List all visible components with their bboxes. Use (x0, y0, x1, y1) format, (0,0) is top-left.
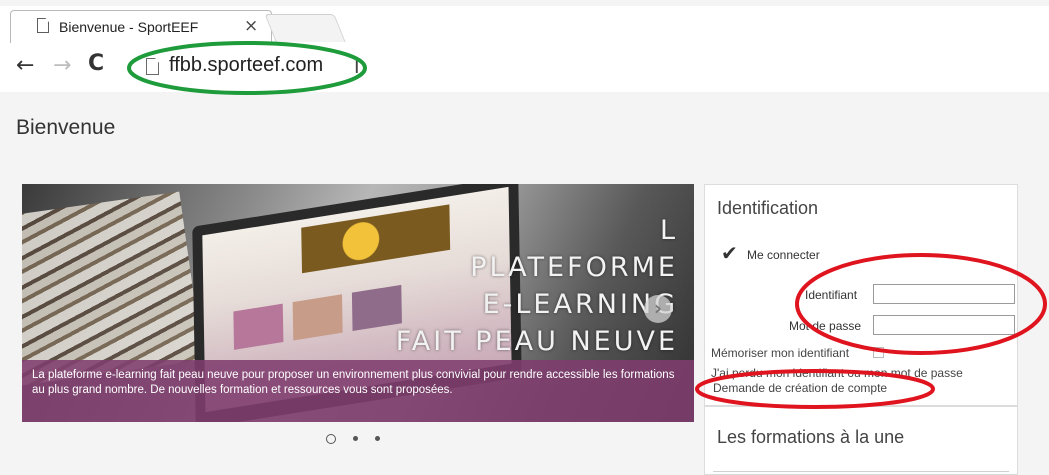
banner-headline-line: PLATEFORME (470, 252, 678, 283)
page-icon (37, 18, 49, 33)
back-arrow-icon[interactable]: ← (16, 53, 34, 78)
username-field[interactable] (873, 284, 1015, 304)
browser-tab[interactable]: Bienvenue - SportEEF × (10, 10, 272, 43)
page-icon (146, 58, 159, 75)
chrome-top-strip (0, 0, 1049, 6)
forgot-credentials-link[interactable]: J'ai perdu mon identifiant ou mon mot de… (711, 366, 963, 380)
featured-panel: Les formations à la une (704, 406, 1018, 475)
banner-headline: L PLATEFORME E-LEARNING FAIT PEAU NEUVE (396, 212, 678, 360)
address-bar[interactable]: ffbb.sporteef.com (169, 54, 323, 77)
carousel-dot[interactable] (353, 436, 359, 441)
featured-title: Les formations à la une (717, 427, 905, 447)
text-cursor: I (354, 56, 360, 78)
carousel-dot[interactable] (375, 436, 381, 441)
carousel-dots (326, 428, 392, 447)
banner-headline-line: FAIT PEAU NEUVE (395, 326, 678, 357)
password-label: Mot de passe (789, 319, 862, 333)
new-tab-button[interactable] (264, 14, 346, 42)
screen-tile (292, 294, 343, 341)
browser-chrome: Bienvenue - SportEEF × ← → C ffbb.sporte… (0, 0, 1049, 92)
banner-caption: La plateforme e-learning fait peau neuve… (22, 360, 694, 422)
banner-carousel[interactable]: L PLATEFORME E-LEARNING FAIT PEAU NEUVE … (22, 184, 694, 422)
page-title: Bienvenue (16, 116, 116, 139)
close-icon[interactable]: × (244, 16, 258, 36)
divider (713, 471, 1009, 472)
reload-icon[interactable]: C (88, 51, 104, 76)
login-panel: Identification ✔ Me connecter Identifian… (704, 184, 1018, 406)
password-field[interactable] (873, 315, 1015, 335)
page-content: Bienvenue L PLATEFORME E-LEARNING FAIT P… (0, 92, 1049, 475)
banner-headline-line: L (659, 215, 678, 246)
remember-label: Mémoriser mon identifiant (711, 346, 850, 360)
next-slide-icon[interactable]: › (644, 295, 672, 323)
carousel-dot-active[interactable] (326, 433, 336, 444)
banner-headline-line: E-LEARNING (482, 289, 678, 320)
screen-tile (233, 303, 284, 350)
tab-title: Bienvenue - SportEEF (59, 19, 199, 35)
username-label: Identifiant (805, 288, 858, 302)
login-title: Identification (717, 198, 819, 218)
remember-checkbox[interactable] (873, 347, 884, 358)
checkmark-icon: ✔ (721, 241, 738, 265)
connect-label: Me connecter (747, 248, 820, 262)
screen-tile (351, 284, 402, 332)
create-account-link[interactable]: Demande de création de compte (713, 381, 887, 395)
forward-arrow-icon[interactable]: → (53, 53, 71, 78)
browser-toolbar: ← → C ffbb.sporteef.com I (0, 43, 1049, 90)
banner-books-image (22, 191, 203, 387)
